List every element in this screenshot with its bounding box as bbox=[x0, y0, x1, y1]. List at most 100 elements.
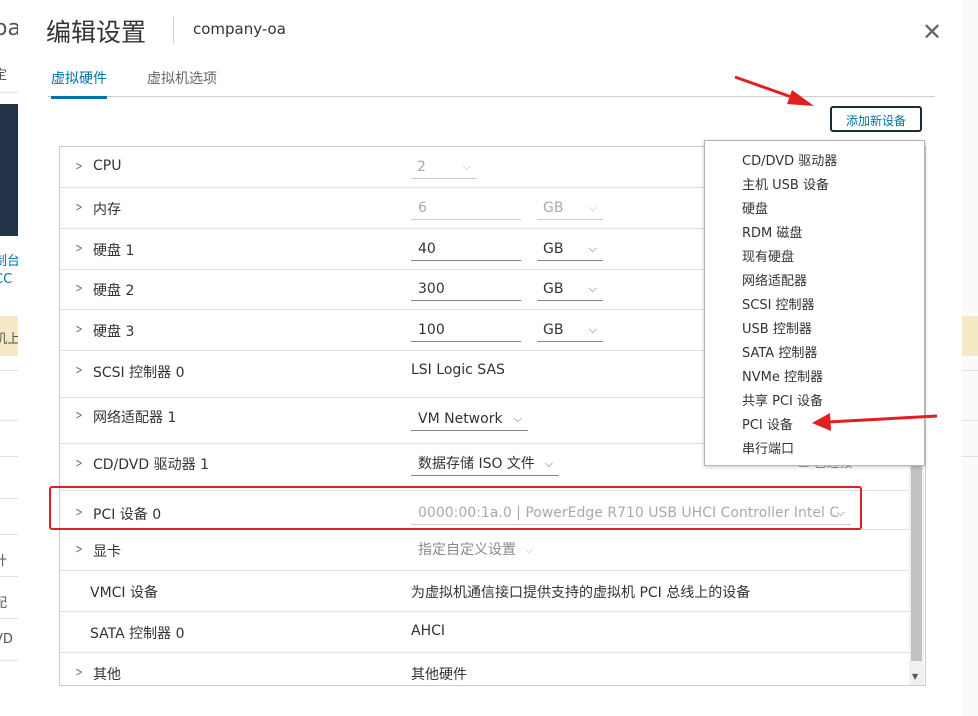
row-label: VMCI 设备 bbox=[90, 585, 159, 601]
divider bbox=[962, 420, 978, 421]
row-label: CD/DVD 驱动器 1 bbox=[93, 457, 209, 473]
background-page-left: oa 定 制台 CC 机上 计 配 VD bbox=[0, 0, 18, 716]
vmci-description: 为虚拟机通信接口提供支持的虚拟机 PCI 总线上的设备 bbox=[411, 585, 751, 601]
chevron-down-icon: ⌵ bbox=[836, 506, 845, 519]
menu-item-serial-port[interactable]: 串行端口 bbox=[742, 438, 794, 457]
chevron-right-icon[interactable]: > bbox=[76, 322, 83, 336]
divider bbox=[962, 370, 978, 371]
cd-dvd-source-select[interactable]: 数据存储 ISO 文件 ⌵ bbox=[411, 454, 559, 476]
row-label: 其他 bbox=[93, 667, 121, 683]
chevron-down-icon: ⌵ bbox=[588, 282, 597, 295]
menu-item-rdm-disk[interactable]: RDM 磁盘 bbox=[742, 222, 802, 241]
scsi-type-value: LSI Logic SAS bbox=[411, 362, 505, 378]
divider bbox=[0, 660, 18, 661]
menu-item-sata-controller[interactable]: SATA 控制器 bbox=[742, 342, 817, 361]
row-label: 内存 bbox=[93, 202, 121, 218]
background-text: CC bbox=[0, 272, 13, 287]
divider bbox=[0, 534, 18, 535]
chevron-right-icon[interactable]: > bbox=[76, 456, 83, 470]
background-text: 机上 bbox=[0, 332, 18, 347]
menu-item-pci-device[interactable]: PCI 设备 bbox=[742, 414, 793, 433]
sata-type-value: AHCI bbox=[411, 623, 446, 639]
background-text: 配 bbox=[0, 596, 8, 611]
row-label: SATA 控制器 0 bbox=[90, 626, 185, 642]
menu-item-host-usb-device[interactable]: 主机 USB 设备 bbox=[742, 174, 829, 193]
menu-item-cd-dvd-drive[interactable]: CD/DVD 驱动器 bbox=[742, 150, 837, 169]
menu-item-network-adapter[interactable]: 网络适配器 bbox=[742, 270, 807, 289]
background-thumbnail bbox=[0, 104, 18, 236]
title-separator bbox=[173, 17, 174, 43]
add-device-menu: CD/DVD 驱动器 主机 USB 设备 硬盘 RDM 磁盘 现有硬盘 网络适配… bbox=[704, 140, 925, 466]
row-pci-device[interactable]: > PCI 设备 0 0000:00:1a.0 | PowerEdge R710… bbox=[60, 491, 909, 530]
menu-item-scsi-controller[interactable]: SCSI 控制器 bbox=[742, 294, 815, 313]
memory-unit-select[interactable]: GB ⌵ bbox=[537, 198, 603, 220]
divider bbox=[0, 420, 18, 421]
chevron-down-icon: ⌵ bbox=[588, 201, 597, 214]
select-value: GB bbox=[543, 281, 564, 297]
tab-vm-options[interactable]: 虚拟机选项 bbox=[147, 68, 217, 96]
background-text: VD bbox=[0, 632, 13, 647]
background-text: 计 bbox=[0, 554, 8, 569]
other-hardware-value: 其他硬件 bbox=[411, 667, 467, 683]
row-label: 硬盘 3 bbox=[93, 324, 135, 340]
add-new-device-button[interactable]: 添加新设备 bbox=[830, 106, 922, 132]
pci-device-select[interactable]: 0000:00:1a.0 | PowerEdge R710 USB UHCI C… bbox=[411, 503, 851, 525]
menu-item-hard-disk[interactable]: 硬盘 bbox=[742, 198, 768, 217]
chevron-right-icon[interactable]: > bbox=[76, 505, 83, 519]
chevron-right-icon[interactable]: > bbox=[76, 241, 83, 255]
row-label: 显卡 bbox=[93, 544, 121, 560]
chevron-right-icon[interactable]: > bbox=[76, 665, 83, 679]
divider bbox=[0, 498, 18, 499]
divider bbox=[0, 456, 18, 457]
divider bbox=[0, 618, 18, 619]
cpu-count-select[interactable]: 2 ⌵ bbox=[411, 157, 477, 179]
tab-virtual-hardware[interactable]: 虚拟硬件 bbox=[51, 68, 107, 99]
chevron-right-icon[interactable]: > bbox=[76, 408, 83, 422]
row-label: 网络适配器 1 bbox=[93, 410, 177, 426]
chevron-right-icon[interactable]: > bbox=[76, 542, 83, 556]
select-value: GB bbox=[543, 322, 564, 338]
disk-1-unit-select[interactable]: GB ⌵ bbox=[537, 239, 603, 261]
divider bbox=[0, 92, 18, 93]
chevron-right-icon[interactable]: > bbox=[76, 363, 83, 377]
chevron-down-icon: ⌵ bbox=[462, 160, 471, 173]
disk-3-unit-select[interactable]: GB ⌵ bbox=[537, 320, 603, 342]
row-video-card[interactable]: > 显卡 指定自定义设置 ⌵ bbox=[60, 530, 909, 571]
chevron-down-icon: ⌵ bbox=[544, 457, 553, 470]
menu-item-usb-controller[interactable]: USB 控制器 bbox=[742, 318, 812, 337]
menu-item-nvme-controller[interactable]: NVMe 控制器 bbox=[742, 366, 823, 385]
select-value: 数据存储 ISO 文件 bbox=[418, 456, 535, 472]
chevron-right-icon[interactable]: > bbox=[76, 159, 83, 173]
divider bbox=[0, 370, 18, 371]
row-label: SCSI 控制器 0 bbox=[93, 365, 185, 381]
chevron-right-icon[interactable]: > bbox=[76, 281, 83, 295]
select-value: VM Network bbox=[418, 411, 503, 427]
select-value: 2 bbox=[417, 159, 426, 175]
row-label: PCI 设备 0 bbox=[93, 507, 162, 523]
scroll-down-arrow-icon[interactable]: ▼ bbox=[912, 672, 918, 681]
row-label: 硬盘 1 bbox=[93, 243, 135, 259]
vm-name: company-oa bbox=[193, 20, 286, 38]
background-text: 制台 bbox=[0, 254, 18, 269]
menu-item-shared-pci-device[interactable]: 共享 PCI 设备 bbox=[742, 390, 823, 409]
edit-settings-dialog: 编辑设置 company-oa ✕ 虚拟硬件 虚拟机选项 添加新设备 > CPU… bbox=[18, 0, 962, 716]
memory-size-input[interactable]: 6 bbox=[411, 198, 521, 220]
row-other[interactable]: > 其他 其他硬件 bbox=[60, 653, 909, 685]
chevron-down-icon: ⌵ bbox=[513, 412, 522, 425]
menu-item-existing-disk[interactable]: 现有硬盘 bbox=[742, 246, 794, 265]
disk-2-size-input[interactable]: 300 bbox=[411, 279, 521, 301]
background-page-right bbox=[962, 0, 978, 716]
chevron-down-icon: ⌵ bbox=[588, 242, 597, 255]
select-value: 0000:00:1a.0 | PowerEdge R710 USB UHCI C… bbox=[418, 505, 840, 521]
scrollbar-thumb[interactable] bbox=[911, 465, 922, 661]
disk-1-size-input[interactable]: 40 bbox=[411, 239, 521, 261]
chevron-right-icon[interactable]: > bbox=[76, 200, 83, 214]
disk-3-size-input[interactable]: 100 bbox=[411, 320, 521, 342]
row-label: CPU bbox=[93, 158, 122, 174]
close-icon[interactable]: ✕ bbox=[918, 18, 946, 46]
network-select[interactable]: VM Network ⌵ bbox=[411, 409, 528, 431]
row-vmci-device: VMCI 设备 为虚拟机通信接口提供支持的虚拟机 PCI 总线上的设备 bbox=[60, 571, 909, 612]
video-settings-select[interactable]: 指定自定义设置 ⌵ bbox=[411, 540, 539, 562]
tab-bar: 虚拟硬件 虚拟机选项 bbox=[48, 64, 935, 99]
disk-2-unit-select[interactable]: GB ⌵ bbox=[537, 279, 603, 301]
